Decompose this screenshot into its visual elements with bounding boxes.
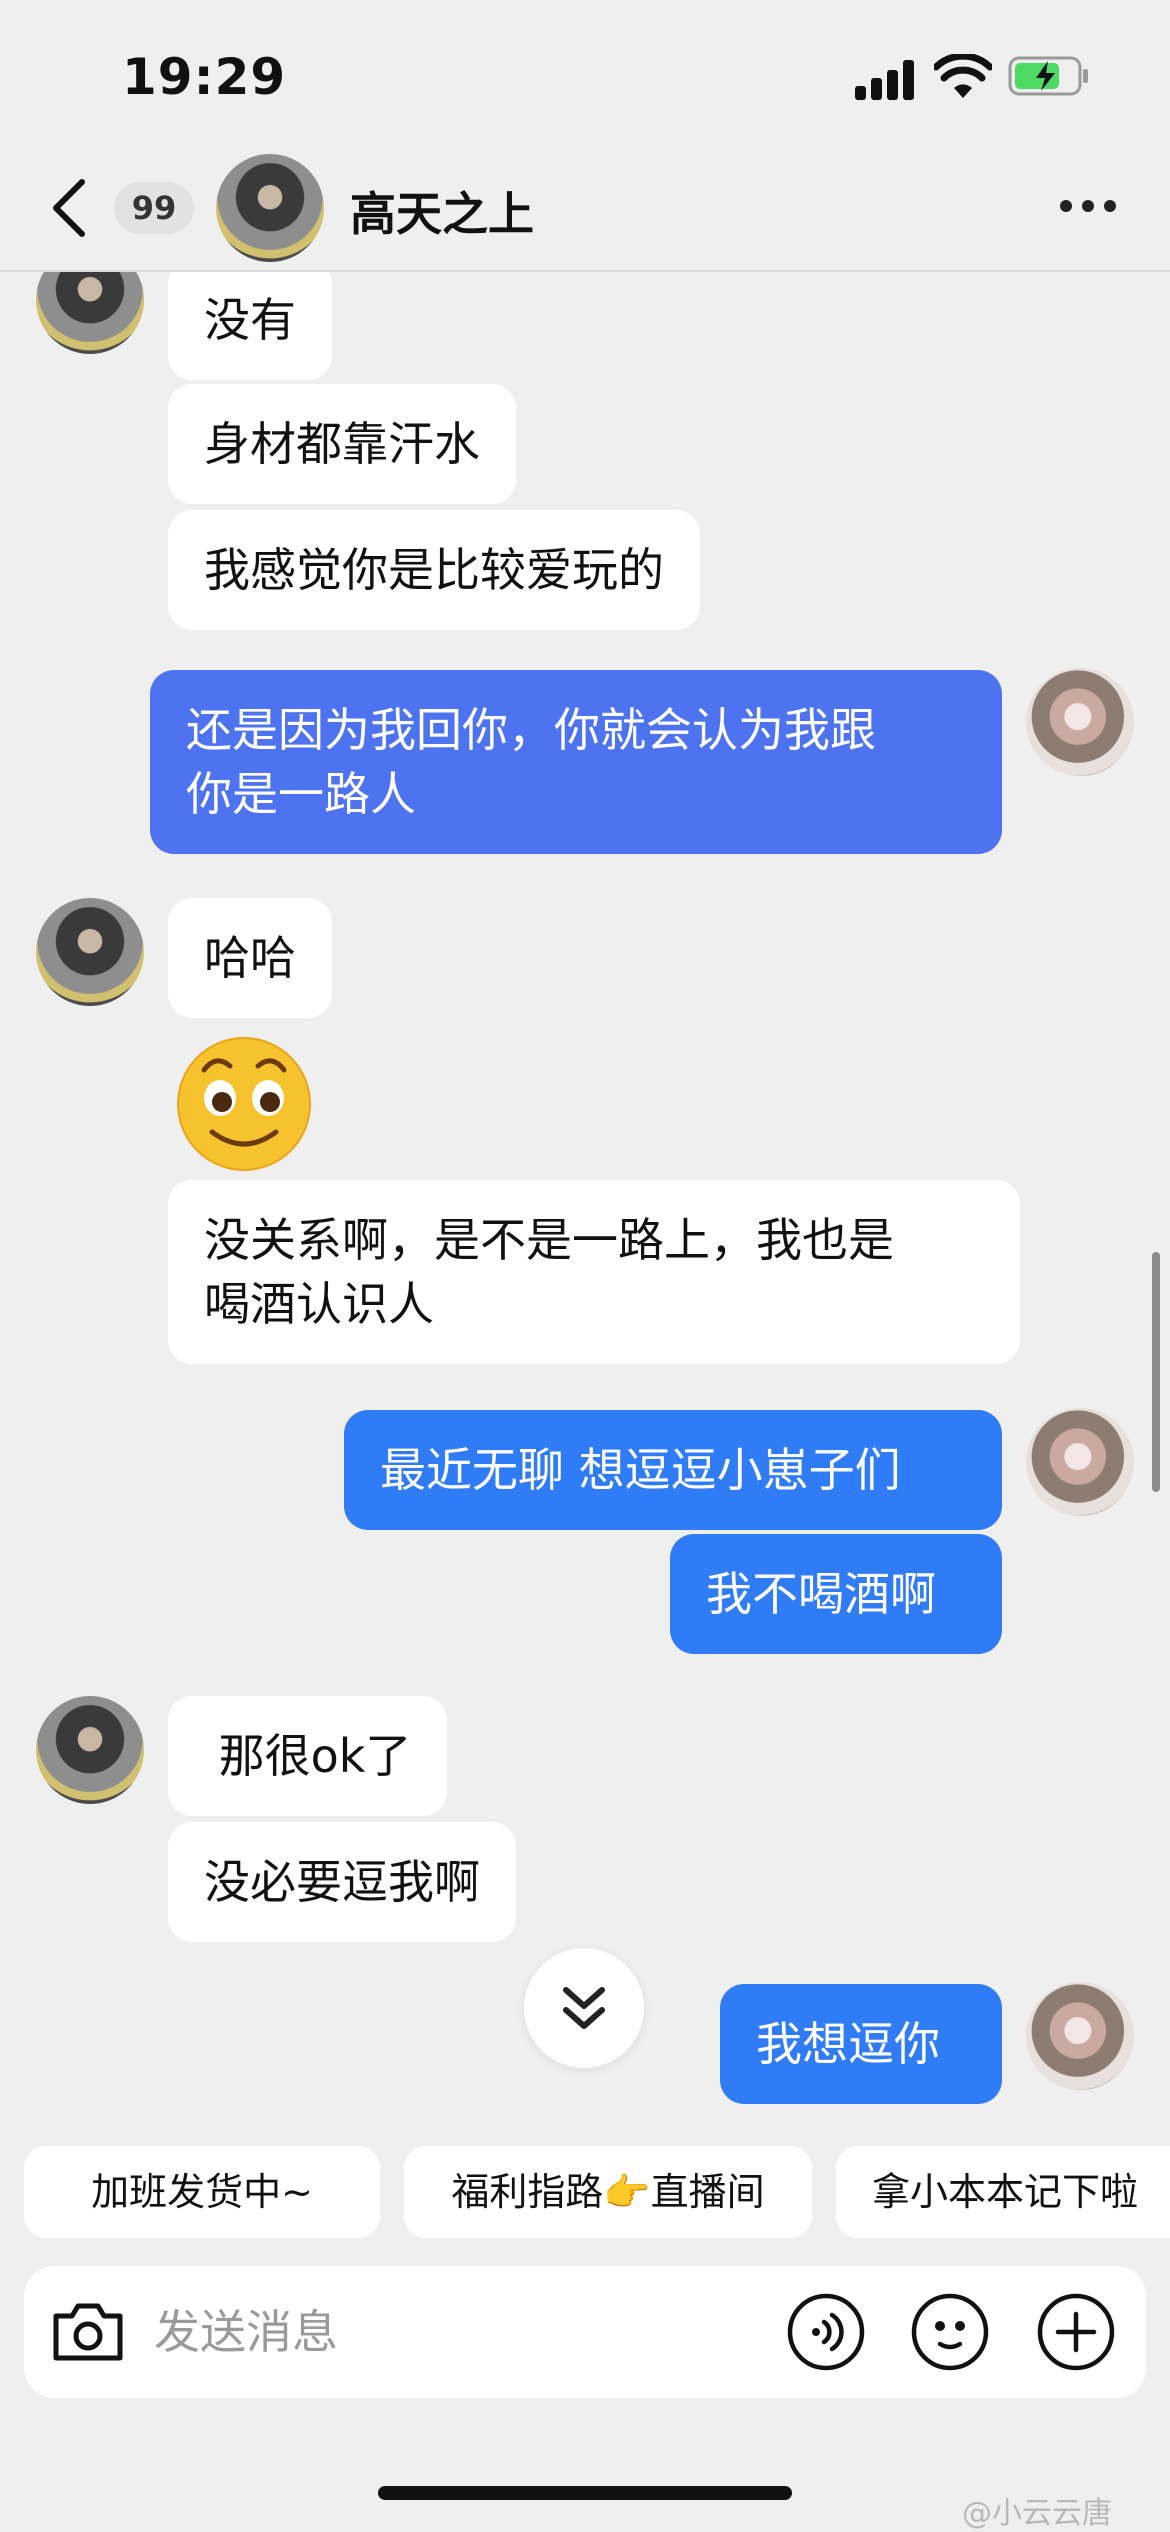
message-input[interactable] xyxy=(154,2296,774,2368)
scroll-to-bottom-button[interactable] xyxy=(524,1948,644,2068)
back-arrow-icon[interactable] xyxy=(44,176,94,240)
scrollbar[interactable] xyxy=(1152,1252,1160,1492)
battery-charging-icon xyxy=(1008,56,1088,96)
voice-message-icon[interactable] xyxy=(786,2292,866,2372)
plus-icon[interactable] xyxy=(1036,2292,1116,2372)
message-bubble[interactable]: 没有 xyxy=(168,272,332,380)
message-bubble[interactable]: 还是因为我回你，你就会认为我跟 你是一路人 xyxy=(150,670,1002,854)
emoji-icon[interactable] xyxy=(910,2292,990,2372)
chat-header: 99 高天之上 xyxy=(0,150,1170,272)
message-bubble[interactable]: 最近无聊 想逗逗小崽子们 xyxy=(344,1410,1002,1530)
my-avatar[interactable] xyxy=(1026,668,1134,776)
quick-reply-chip[interactable]: 加班发货中~ xyxy=(24,2146,380,2238)
message-bubble[interactable]: 我感觉你是比较爱玩的 xyxy=(168,510,700,630)
message-list[interactable]: 没有 身材都靠汗水 我感觉你是比较爱玩的 还是因为我回你，你就会认为我跟 你是一… xyxy=(0,272,1170,2130)
message-bubble[interactable]: 身材都靠汗水 xyxy=(168,384,516,504)
message-bubble[interactable]: 我想逗你 xyxy=(720,1984,1002,2104)
camera-icon[interactable] xyxy=(48,2292,128,2372)
status-time: 19:29 xyxy=(122,48,287,106)
message-bubble[interactable]: 那很ok了 xyxy=(168,1696,448,1816)
grinning-face-sticker-icon[interactable] xyxy=(174,1032,314,1172)
contact-avatar[interactable] xyxy=(36,272,144,354)
home-indicator[interactable] xyxy=(378,2486,792,2500)
message-bubble[interactable]: 没必要逗我啊 xyxy=(168,1822,516,1942)
message-composer xyxy=(24,2266,1146,2398)
quick-replies-bar: 加班发货中~ 福利指路👉直播间 拿小本本记下啦 xyxy=(0,2146,1170,2238)
my-avatar[interactable] xyxy=(1026,1408,1134,1516)
contact-avatar[interactable] xyxy=(36,898,144,1006)
quick-reply-chip[interactable]: 福利指路👉直播间 xyxy=(404,2146,812,2238)
message-bubble[interactable]: 我不喝酒啊 xyxy=(670,1534,1002,1654)
cellular-signal-icon xyxy=(855,60,915,100)
unread-count-badge: 99 xyxy=(114,182,194,234)
quick-reply-chip[interactable]: 拿小本本记下啦 xyxy=(836,2146,1170,2238)
wifi-icon xyxy=(934,54,992,98)
contact-avatar[interactable] xyxy=(36,1696,144,1804)
message-bubble[interactable]: 没关系啊，是不是一路上，我也是 喝酒认识人 xyxy=(168,1180,1020,1364)
message-bubble[interactable]: 哈哈 xyxy=(168,898,332,1018)
contact-avatar[interactable] xyxy=(216,154,324,262)
status-bar: 19:29 xyxy=(0,0,1170,150)
my-avatar[interactable] xyxy=(1026,1982,1134,2090)
more-options-icon[interactable] xyxy=(1060,200,1120,216)
contact-name[interactable]: 高天之上 xyxy=(350,178,534,244)
double-chevron-down-icon xyxy=(563,1987,605,2029)
watermark: @小云云唐 xyxy=(962,2496,1112,2531)
